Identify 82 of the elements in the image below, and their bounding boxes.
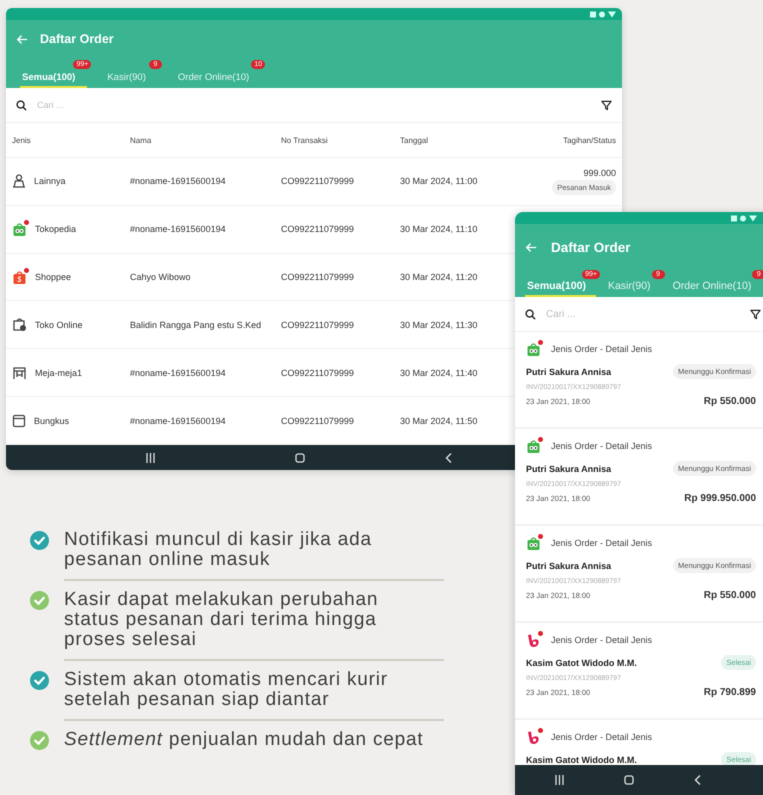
feature-text: Notifikasi muncul di kasir jika ada pesanan online masuk bbox=[64, 530, 373, 570]
feature-text: Settlement penjualan mudah dan cepat bbox=[64, 730, 424, 750]
column-header: Tagihan/Status bbox=[562, 136, 616, 144]
table-cell-text: 30 Mar 2024, 11:20 bbox=[400, 272, 478, 282]
search-icon bbox=[525, 308, 536, 320]
notification-dot bbox=[538, 630, 543, 636]
table-cell-text: Balidin Rangga Pang estu S.Ked bbox=[130, 320, 262, 330]
notification-dot bbox=[24, 220, 29, 225]
recent-apps-icon[interactable] bbox=[555, 775, 564, 785]
amount: Rp 550.000 bbox=[704, 590, 756, 601]
table-cell-text: 30 Mar 2024, 11:40 bbox=[400, 368, 478, 378]
notification-dot bbox=[538, 340, 543, 344]
table-icon bbox=[12, 366, 27, 380]
person-icon bbox=[12, 174, 26, 188]
bag-icon bbox=[526, 342, 541, 356]
table-cell-text: CO992211079999 bbox=[281, 416, 355, 426]
column-header: Jenis bbox=[12, 136, 32, 144]
home-icon[interactable] bbox=[624, 775, 634, 785]
column-header: No Transaksi bbox=[281, 136, 329, 144]
table-cell-text: #noname-16915600194 bbox=[130, 416, 227, 426]
table-cell-text: #noname-16915600194 bbox=[130, 368, 227, 378]
customer-name: Putri Sakura Annisa bbox=[526, 464, 612, 474]
notification-dot bbox=[538, 436, 543, 442]
table-cell-text: Cahyo Wibowo bbox=[130, 272, 192, 282]
order-type: Jenis Order - Detail Jenis bbox=[551, 344, 652, 354]
bag-icon bbox=[12, 317, 27, 332]
table-cell-text: CO992211079999 bbox=[281, 368, 355, 378]
feature-text: Kasir dapat melakukan perubahan status pesanan dari terima hingga proses selesai bbox=[64, 590, 380, 650]
order-type: Tokopedia bbox=[35, 224, 76, 234]
table-cell-text: CO992211079999 bbox=[281, 224, 355, 234]
order-type: Shoppee bbox=[35, 272, 72, 282]
table-cell-text: 30 Mar 2024, 11:10 bbox=[400, 224, 478, 234]
table-cell-text: CO992211079999 bbox=[281, 320, 355, 330]
amount: Rp 550.000 bbox=[704, 396, 756, 407]
customer-name: Putri Sakura Annisa bbox=[526, 366, 612, 376]
screen-title: Daftar Order bbox=[551, 240, 631, 254]
table-cell-text: #noname-16915600194 bbox=[130, 176, 227, 186]
logo-icon bbox=[526, 632, 541, 648]
logo-icon bbox=[526, 730, 541, 744]
box-icon bbox=[12, 414, 26, 428]
feature-text: Sistem akan otomatis mencari kurir setelah pesanan siap diantar bbox=[64, 670, 389, 710]
table-cell-text: 30 Mar 2024, 11:30 bbox=[400, 320, 478, 330]
filter-icon[interactable] bbox=[601, 100, 612, 110]
column-header: Tanggal bbox=[400, 136, 430, 144]
order-type: Bungkus bbox=[34, 416, 70, 426]
status-icons-icon bbox=[731, 214, 757, 222]
order-type: Jenis Order - Detail Jenis bbox=[551, 635, 652, 645]
order-type: Toko Online bbox=[35, 320, 83, 330]
order-type: Jenis Order - Detail Jenis bbox=[551, 732, 652, 742]
customer-name: Kasim Gatot Widodo M.M. bbox=[526, 658, 637, 668]
table-cell-text: 30 Mar 2024, 11:00 bbox=[400, 176, 478, 186]
filter-icon[interactable] bbox=[750, 308, 761, 320]
order-type: Jenis Order - Detail Jenis bbox=[551, 538, 652, 548]
home-icon[interactable] bbox=[295, 452, 305, 462]
bag-icon bbox=[12, 222, 27, 237]
order-type: Lainnya bbox=[34, 176, 66, 186]
notification-dot bbox=[538, 728, 543, 732]
amount: 999.000 bbox=[583, 168, 616, 178]
amount: Rp 790.899 bbox=[704, 687, 756, 698]
order-type: Meja-meja1 bbox=[35, 368, 82, 378]
search-field[interactable]: Cari ... bbox=[35, 99, 593, 111]
bag-icon bbox=[526, 536, 541, 550]
table-cell-text: CO992211079999 bbox=[281, 272, 355, 282]
bag-icon bbox=[12, 270, 27, 285]
back-icon[interactable] bbox=[445, 452, 452, 462]
table-cell-text: CO992211079999 bbox=[281, 176, 355, 186]
bag-icon bbox=[526, 438, 541, 454]
amount: Rp 999.950.000 bbox=[684, 493, 756, 504]
status-icons-icon bbox=[590, 10, 616, 18]
search-field[interactable]: Cari ... bbox=[544, 308, 742, 320]
notification-dot bbox=[538, 534, 543, 538]
recent-apps-icon[interactable] bbox=[146, 452, 155, 462]
column-header: Nama bbox=[130, 136, 152, 144]
screen-title: Daftar Order bbox=[40, 32, 114, 46]
table-cell-text: 30 Mar 2024, 11:50 bbox=[400, 416, 478, 426]
search-icon bbox=[16, 100, 27, 110]
customer-name: Kasim Gatot Widodo M.M. bbox=[526, 754, 637, 764]
order-type: Jenis Order - Detail Jenis bbox=[551, 441, 652, 451]
customer-name: Putri Sakura Annisa bbox=[526, 560, 612, 570]
back-icon[interactable] bbox=[694, 775, 701, 785]
table-cell-text: #noname-16915600194 bbox=[130, 224, 227, 234]
notification-dot bbox=[24, 268, 29, 273]
